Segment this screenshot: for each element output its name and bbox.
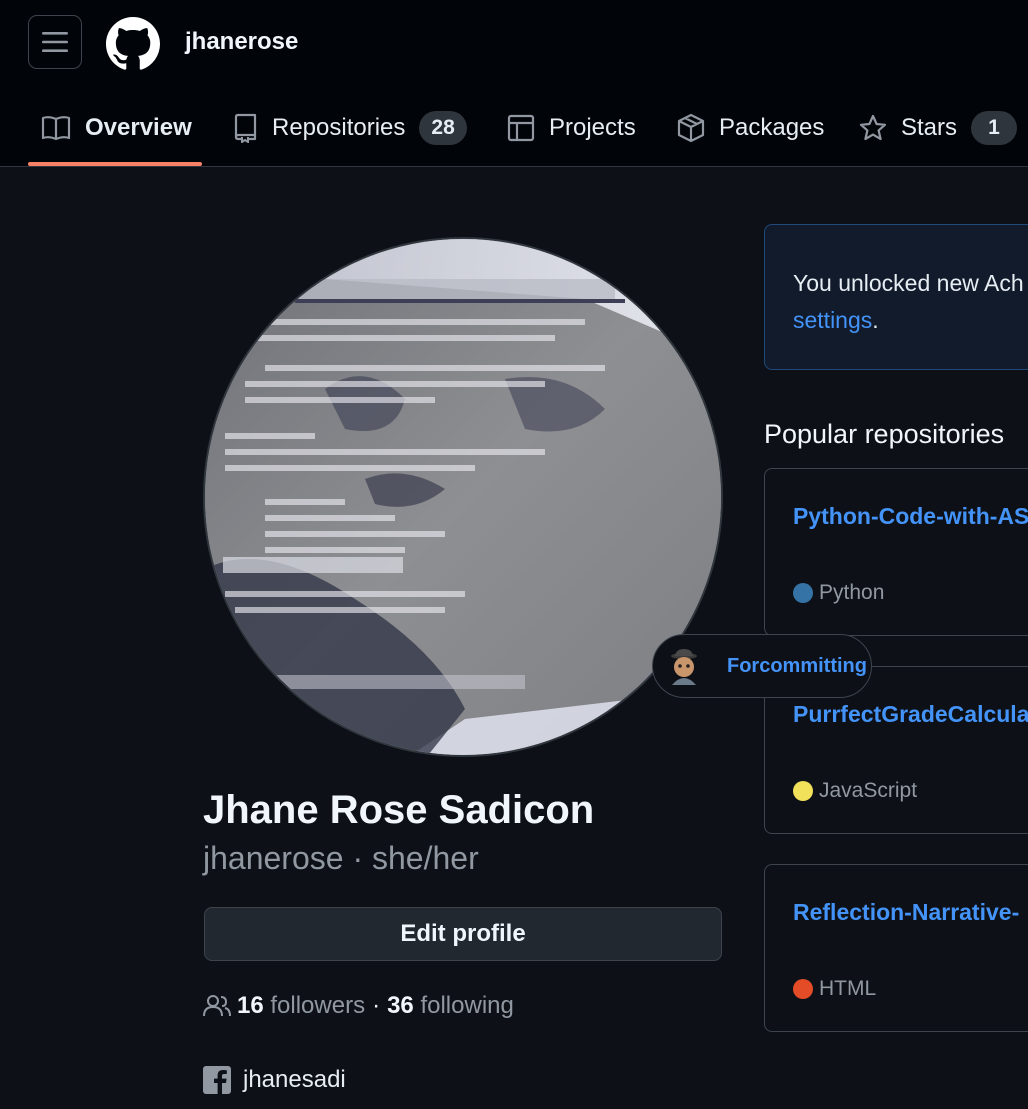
star-icon [859, 114, 887, 141]
top-header: jhanerose Overview Repositories 28 Proje… [0, 0, 1028, 167]
language-color-dot [793, 583, 813, 603]
language-color-dot [793, 781, 813, 801]
language-color-dot [793, 979, 813, 999]
language-label: Python [819, 581, 885, 604]
repo-card: Python-Code-with-AS Python [764, 468, 1028, 636]
followers-count: 16 [237, 992, 264, 1019]
follow-stats: 16 followers · 36 following [203, 992, 514, 1020]
stars-count-badge: 1 [971, 111, 1018, 145]
profile-login-line: jhanerose · she/her [203, 840, 479, 877]
profile-pronouns: she/her [371, 840, 479, 876]
avatar[interactable] [203, 237, 723, 757]
repo-card: Reflection-Narrative- HTML [764, 864, 1028, 1032]
repo-language: Python [793, 581, 884, 605]
status-text: Forcommitting [727, 654, 867, 677]
tab-stars[interactable]: Stars 1 [859, 100, 1018, 156]
following-link[interactable]: 36 following [387, 992, 514, 1020]
tab-label: Overview [85, 114, 192, 141]
repositories-count-badge: 28 [419, 111, 467, 145]
detective-emoji-icon [671, 649, 697, 685]
popular-repositories-heading: Popular repositories [764, 419, 1005, 449]
following-count: 36 [387, 992, 414, 1019]
profile-full-name: Jhane Rose Sadicon [203, 788, 595, 832]
facebook-icon [203, 1066, 231, 1094]
active-tab-indicator [28, 162, 202, 166]
repo-name-link[interactable]: Python-Code-with-AS [793, 503, 1028, 530]
edit-profile-button[interactable]: Edit profile [204, 907, 722, 961]
repo-icon [234, 113, 257, 143]
followers-label: followers [270, 992, 366, 1019]
github-logo-icon[interactable] [106, 17, 160, 71]
following-label: following [420, 992, 514, 1019]
people-icon [203, 995, 231, 1017]
tab-label: Stars [901, 114, 958, 141]
tab-projects[interactable]: Projects [507, 100, 636, 156]
settings-link[interactable]: settings [793, 307, 872, 333]
menu-button[interactable] [28, 15, 82, 69]
package-icon [677, 113, 705, 143]
separator-dot: · [352, 840, 364, 876]
user-status[interactable]: Forcommitting [652, 634, 872, 698]
followers-link[interactable]: 16 followers [237, 992, 365, 1020]
profile-tabs: Overview Repositories 28 Projects Packag… [0, 100, 1028, 166]
repo-name-link[interactable]: PurrfectGradeCalcula [793, 701, 1028, 728]
repo-language: HTML [793, 977, 876, 1001]
facebook-handle-link[interactable]: jhanesadi [243, 1066, 346, 1094]
profile-login: jhanerose [203, 840, 344, 876]
repo-name-link[interactable]: Reflection-Narrative- [793, 899, 1019, 926]
achievement-suffix: . [872, 307, 879, 333]
tab-label: Repositories [272, 114, 406, 141]
tab-label: Projects [549, 114, 636, 141]
avatar-image [205, 239, 721, 755]
follow-separator: · [372, 992, 381, 1019]
achievement-text: You unlocked new Ach [793, 270, 1024, 296]
table-icon [507, 114, 535, 142]
header-username[interactable]: jhanerose [185, 28, 298, 56]
tab-packages[interactable]: Packages [677, 100, 824, 156]
language-label: HTML [819, 977, 877, 1000]
tab-label: Packages [719, 114, 825, 141]
repo-language: JavaScript [793, 779, 917, 803]
language-label: JavaScript [819, 779, 918, 802]
achievements-banner: You unlocked new Ach settings. [764, 224, 1028, 370]
hamburger-menu-icon [42, 32, 68, 52]
social-account: jhanesadi [203, 1066, 346, 1094]
tab-repositories[interactable]: Repositories 28 [232, 100, 467, 156]
book-icon [41, 116, 71, 141]
tab-overview[interactable]: Overview [41, 100, 192, 156]
